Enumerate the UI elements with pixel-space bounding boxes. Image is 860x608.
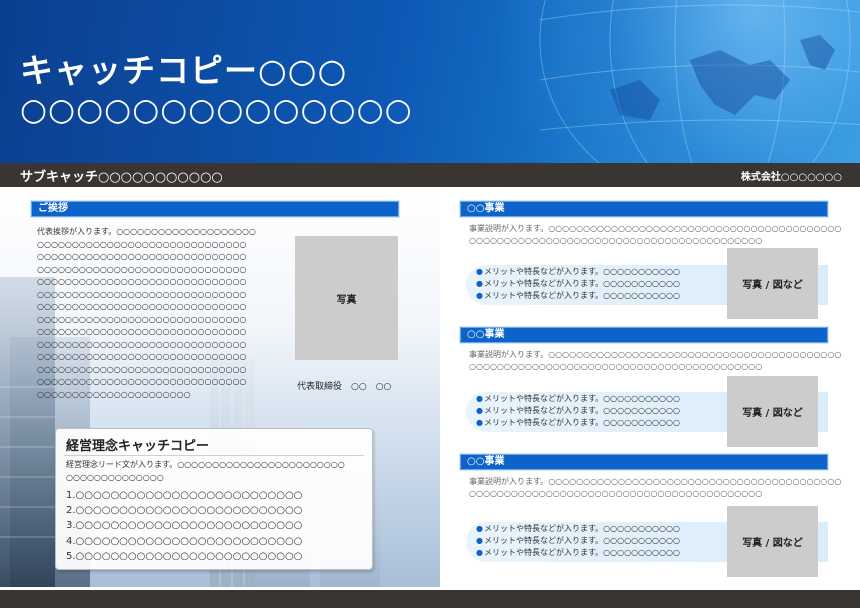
philosophy-divider	[64, 455, 364, 456]
greeting-text: 代表挨拶が入ります。○○○○○○○○○○○○○○○○○○○○ ○○○○○○○○○…	[37, 227, 256, 399]
list-item: ●メリットや特長などが入ります。○○○○○○○○○○○	[476, 267, 680, 276]
business-heading-1: ○○事業	[460, 201, 828, 217]
business-desc-3: 事業説明が入ります。○○○○○○○○○○○○○○○○○○○○○○○○○○○○○○…	[469, 477, 842, 498]
footer-bar	[0, 590, 860, 608]
list-item: 5.○○○○○○○○○○○○○○○○○○○○○○○○○○	[66, 550, 303, 562]
business-photo-1: 写真 / 図など	[727, 248, 818, 319]
business-bullets-3: ●メリットや特長などが入ります。○○○○○○○○○○○ ●メリットや特長などが入…	[476, 523, 680, 559]
greeting-heading: ご挨拶	[31, 201, 399, 217]
philosophy-list: 1.○○○○○○○○○○○○○○○○○○○○○○○○○○ 2.○○○○○○○○○…	[66, 488, 302, 564]
list-item: 4.○○○○○○○○○○○○○○○○○○○○○○○○○○	[66, 535, 303, 547]
main-catchcopy: キャッチコピー○○○	[20, 51, 348, 90]
list-item: ●メリットや特長などが入ります。○○○○○○○○○○○	[476, 279, 680, 288]
list-item: 1.○○○○○○○○○○○○○○○○○○○○○○○○○○	[66, 490, 303, 501]
list-item: ●メリットや特長などが入ります。○○○○○○○○○○○	[476, 418, 680, 427]
hero-banner: キャッチコピー○○○ ○○○○○○○○○○○○○○	[0, 0, 860, 163]
list-item: 3.○○○○○○○○○○○○○○○○○○○○○○○○○○	[66, 520, 303, 532]
philosophy-box: 経営理念キャッチコピー 経営理念リード文が入ります。○○○○○○○○○○○○○○…	[55, 428, 373, 570]
subcatch-bar: サブキャッチ○○○○○○○○○○○ 株式会社○○○○○○○	[0, 163, 860, 187]
list-item: ●メリットや特長などが入ります。○○○○○○○○○○○	[476, 394, 680, 403]
business-heading-3: ○○事業	[460, 454, 828, 470]
list-item: ●メリットや特長などが入ります。○○○○○○○○○○○	[476, 536, 680, 545]
globe-map-lines	[539, 0, 860, 163]
business-heading-2: ○○事業	[460, 327, 828, 343]
photo-placeholder-label: 写真	[336, 294, 357, 306]
representative-name: 代表取締役 ○○ ○○	[297, 382, 392, 392]
list-item: ●メリットや特長などが入ります。○○○○○○○○○○○	[476, 406, 680, 415]
business-photo-2: 写真 / 図など	[727, 376, 818, 447]
representative-photo: 写真	[295, 236, 398, 360]
business-desc-2: 事業説明が入ります。○○○○○○○○○○○○○○○○○○○○○○○○○○○○○○…	[469, 350, 842, 371]
company-name: 株式会社○○○○○○○	[740, 172, 842, 183]
list-item: ●メリットや特長などが入ります。○○○○○○○○○○○	[476, 524, 680, 533]
business-bullets-1: ●メリットや特長などが入ります。○○○○○○○○○○○ ●メリットや特長などが入…	[476, 266, 680, 302]
philosophy-lead: 経営理念リード文が入ります。○○○○○○○○○○○○○○○○○○○○○○○○ ○…	[66, 460, 345, 482]
business-photo-3: 写真 / 図など	[727, 506, 818, 577]
list-item: ●メリットや特長などが入ります。○○○○○○○○○○○	[476, 548, 680, 557]
business-bullets-2: ●メリットや特長などが入ります。○○○○○○○○○○○ ●メリットや特長などが入…	[476, 393, 680, 429]
business-desc-1: 事業説明が入ります。○○○○○○○○○○○○○○○○○○○○○○○○○○○○○○…	[469, 224, 842, 245]
list-item: 2.○○○○○○○○○○○○○○○○○○○○○○○○○○	[66, 505, 303, 517]
list-item: ●メリットや特長などが入ります。○○○○○○○○○○○	[476, 291, 680, 300]
subcatch-text: サブキャッチ○○○○○○○○○○○	[20, 170, 223, 185]
philosophy-title: 経営理念キャッチコピー	[66, 439, 210, 454]
main-catchcopy-sub: ○○○○○○○○○○○○○○	[20, 92, 413, 128]
